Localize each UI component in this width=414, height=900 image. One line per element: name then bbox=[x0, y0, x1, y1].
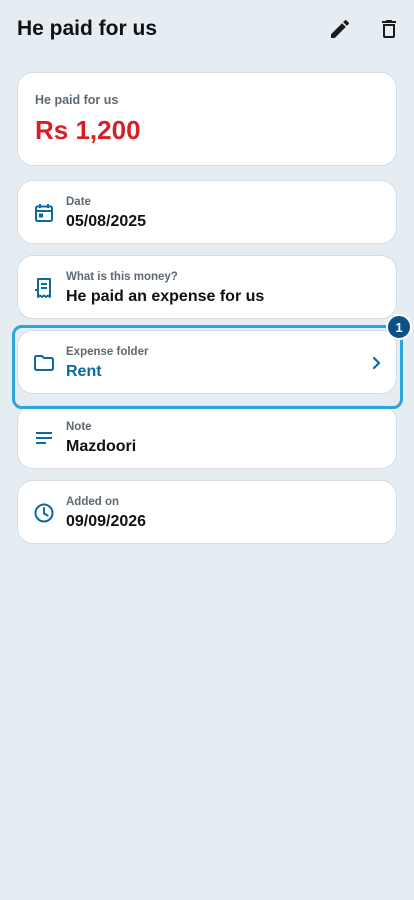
note-row: Note Mazdoori bbox=[17, 405, 397, 469]
edit-button[interactable] bbox=[327, 16, 353, 42]
date-label: Date bbox=[66, 196, 91, 208]
page-title: He paid for us bbox=[17, 17, 158, 40]
transaction-detail-screen: He paid for us He paid for us Rs 1,200 D… bbox=[0, 0, 414, 900]
amount-label: He paid for us bbox=[35, 93, 119, 107]
highlight-outline bbox=[12, 325, 403, 409]
notes-icon bbox=[32, 426, 56, 450]
amount-value: Rs 1,200 bbox=[35, 115, 141, 145]
clock-icon bbox=[32, 501, 56, 525]
amount-card: He paid for us Rs 1,200 bbox=[17, 72, 397, 166]
added-on-label: Added on bbox=[66, 496, 120, 508]
note-value: Mazdoori bbox=[66, 438, 137, 455]
pencil-icon bbox=[331, 19, 350, 38]
trash-icon bbox=[382, 20, 396, 38]
receipt-icon bbox=[32, 276, 56, 300]
annotation-badge: 1 bbox=[386, 314, 412, 340]
money-type-label: What is this money? bbox=[66, 271, 178, 283]
money-type-value: He paid an expense for us bbox=[66, 288, 265, 305]
app-bar: He paid for us bbox=[0, 0, 414, 60]
note-label: Note bbox=[66, 421, 92, 433]
calendar-icon bbox=[32, 201, 56, 225]
date-row: Date 05/08/2025 bbox=[17, 180, 397, 244]
money-type-row: What is this money? He paid an expense f… bbox=[17, 255, 397, 319]
delete-button[interactable] bbox=[376, 16, 402, 42]
date-value: 05/08/2025 bbox=[66, 213, 147, 230]
added-on-row: Added on 09/09/2026 bbox=[17, 480, 397, 544]
added-on-value: 09/09/2026 bbox=[66, 513, 147, 530]
